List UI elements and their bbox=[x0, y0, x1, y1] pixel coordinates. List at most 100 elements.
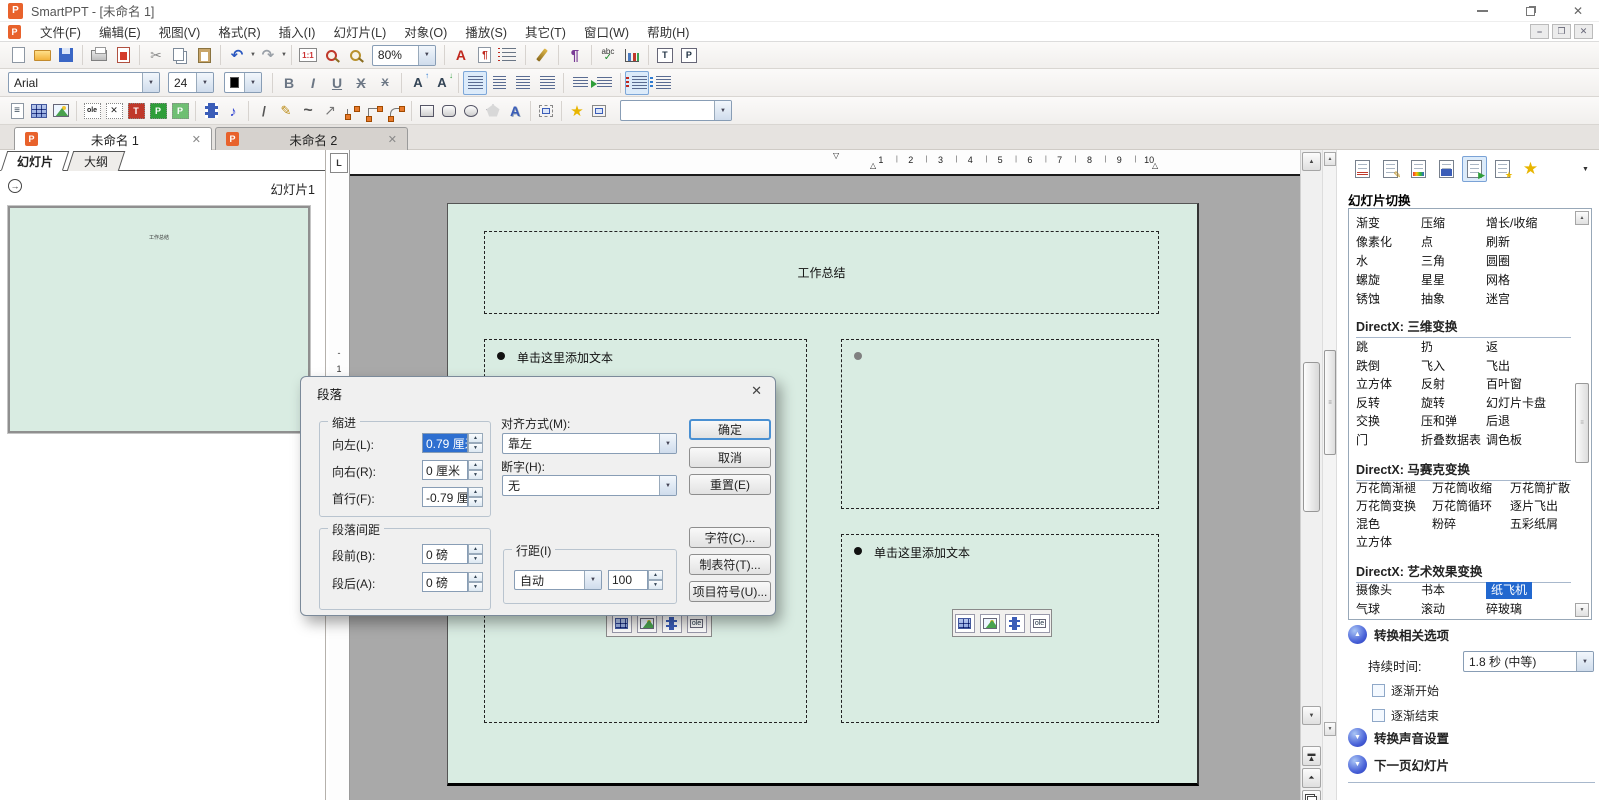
mdi-restore-button[interactable]: ❐ bbox=[1552, 24, 1571, 39]
search-panel-icon[interactable]: ✎ bbox=[1378, 156, 1403, 182]
insert-image-icon[interactable] bbox=[637, 614, 657, 633]
doc-tab-2[interactable]: P 未命名 2 ✕ bbox=[215, 127, 408, 150]
space-after-spinner[interactable]: ▲▼ bbox=[468, 572, 483, 592]
indent-left-input[interactable]: 0.79 厘米 bbox=[422, 433, 468, 453]
transition-option[interactable]: 刷新 bbox=[1486, 233, 1537, 252]
font-family-combo[interactable]: Arial bbox=[8, 72, 160, 93]
effects-panel-icon[interactable]: ★ bbox=[1490, 156, 1515, 182]
new-document-button[interactable] bbox=[6, 43, 30, 67]
group-button[interactable] bbox=[535, 99, 557, 123]
image-frame-button[interactable] bbox=[50, 99, 72, 123]
italic-button[interactable] bbox=[301, 71, 325, 95]
save-button[interactable] bbox=[54, 43, 78, 67]
close-button[interactable]: ✕ bbox=[1567, 2, 1589, 20]
line-spacing-spinner[interactable]: ▲▼ bbox=[648, 570, 663, 590]
zoom-100-button[interactable]: 1:1 bbox=[296, 43, 320, 67]
arrow-tool-button[interactable] bbox=[319, 99, 341, 123]
font-size-caret-icon[interactable] bbox=[196, 73, 213, 92]
increase-indent-button[interactable] bbox=[592, 71, 616, 95]
checkbox-icon[interactable] bbox=[1372, 684, 1385, 697]
list-scroll-up-icon[interactable]: ▲ bbox=[1575, 211, 1589, 225]
title-frame-button[interactable]: T bbox=[125, 99, 147, 123]
ellipse-tool-button[interactable] bbox=[460, 99, 482, 123]
font-color-button[interactable] bbox=[449, 43, 473, 67]
transition-option[interactable]: 五彩纸屑 bbox=[1510, 515, 1570, 533]
menu-item[interactable]: 格式(R) bbox=[209, 21, 269, 42]
transition-option[interactable]: 滚动 bbox=[1421, 600, 1486, 619]
bold-button[interactable] bbox=[277, 71, 301, 95]
font-family-caret-icon[interactable] bbox=[142, 73, 159, 92]
insert-ole-icon[interactable]: ole bbox=[687, 614, 707, 633]
numbered-list-button[interactable] bbox=[649, 71, 673, 95]
transition-option[interactable]: 纸飞机 bbox=[1486, 581, 1532, 600]
insert-movie-icon[interactable] bbox=[1005, 614, 1025, 633]
align-center-button[interactable] bbox=[487, 71, 511, 95]
first-line-spinner[interactable]: ▲▼ bbox=[468, 487, 483, 507]
font-color-combo[interactable] bbox=[224, 72, 262, 93]
menu-item[interactable]: 插入(I) bbox=[270, 21, 325, 42]
transition-option[interactable]: 网格 bbox=[1486, 271, 1537, 290]
movie-frame-button[interactable] bbox=[200, 99, 222, 123]
tab-close-icon[interactable]: ✕ bbox=[192, 133, 201, 146]
menu-item[interactable]: 播放(S) bbox=[456, 21, 516, 42]
export-pdf-button[interactable] bbox=[111, 43, 135, 67]
style-combo-caret-icon[interactable] bbox=[714, 101, 731, 120]
text-object-button[interactable]: T bbox=[653, 43, 677, 67]
scrollbar-thumb[interactable]: ≡ bbox=[1324, 350, 1336, 455]
freehand-tool-button[interactable] bbox=[275, 99, 297, 123]
bullet-settings-button[interactable] bbox=[497, 43, 521, 67]
scroll-up-icon[interactable]: ▲ bbox=[1324, 152, 1336, 166]
first-line-input[interactable]: -0.79 厘米 bbox=[422, 487, 468, 507]
menu-item[interactable]: 文件(F) bbox=[31, 21, 90, 42]
chart-button[interactable] bbox=[620, 43, 644, 67]
strikethrough-button[interactable] bbox=[349, 71, 373, 95]
transition-option[interactable]: 碎玻璃 bbox=[1486, 600, 1532, 619]
hyphenation-combo[interactable]: 无 bbox=[502, 475, 677, 496]
insert-image-icon[interactable] bbox=[980, 614, 1000, 633]
transition-option[interactable]: 点 bbox=[1421, 233, 1486, 252]
connector-elbow-button[interactable] bbox=[363, 99, 385, 123]
insert-table-icon[interactable] bbox=[955, 614, 975, 633]
formula-frame-button[interactable]: ✕ bbox=[103, 99, 125, 123]
transition-option[interactable]: 像素化 bbox=[1356, 233, 1421, 252]
print-button[interactable] bbox=[87, 43, 111, 67]
indent-right-spinner[interactable]: ▲▼ bbox=[468, 460, 483, 480]
body-placeholder-right-top[interactable] bbox=[841, 339, 1159, 509]
transition-option[interactable]: 压缩 bbox=[1421, 214, 1486, 233]
transition-option[interactable]: 压和弹 bbox=[1421, 412, 1486, 431]
ole-frame-button[interactable]: ole bbox=[81, 99, 103, 123]
transition-option[interactable]: 万花筒扩散 bbox=[1510, 479, 1570, 497]
redo-dropdown-icon[interactable]: ▼ bbox=[281, 52, 287, 58]
transition-option[interactable]: 跳 bbox=[1356, 338, 1421, 357]
double-strikethrough-button[interactable] bbox=[373, 71, 397, 95]
duration-combo[interactable]: 1.8 秒 (中等) bbox=[1463, 651, 1594, 672]
go-first-slide-icon[interactable]: ▬▲ bbox=[1302, 746, 1321, 766]
transition-option[interactable]: 星星 bbox=[1421, 271, 1486, 290]
space-after-input[interactable]: 0 磅 bbox=[422, 572, 468, 592]
mdi-close-button[interactable]: ✕ bbox=[1574, 24, 1593, 39]
list-scroll-down-icon[interactable]: ▼ bbox=[1575, 603, 1589, 617]
section-next-slide[interactable]: 下一页幻灯片 bbox=[1348, 755, 1449, 774]
transition-option[interactable]: 万花筒渐褪 bbox=[1356, 479, 1432, 497]
transition-option[interactable]: 粉碎 bbox=[1432, 515, 1510, 533]
paragraph-settings-button[interactable]: ¶ bbox=[473, 43, 497, 67]
color-panel-icon[interactable] bbox=[1406, 156, 1431, 182]
outline-frame-button[interactable]: P bbox=[147, 99, 169, 123]
transition-option[interactable]: 返 bbox=[1486, 338, 1546, 357]
presentation-object-button[interactable]: P bbox=[677, 43, 701, 67]
ok-button[interactable]: 确定 bbox=[689, 419, 771, 440]
spellcheck-button[interactable]: abc✓ bbox=[596, 43, 620, 67]
table-frame-button[interactable] bbox=[28, 99, 50, 123]
rounded-rectangle-tool-button[interactable] bbox=[438, 99, 460, 123]
zoom-in-button[interactable] bbox=[320, 43, 344, 67]
alignment-caret-icon[interactable] bbox=[659, 434, 676, 453]
transition-option[interactable]: 后退 bbox=[1486, 412, 1546, 431]
font-size-combo[interactable]: 24 bbox=[168, 72, 214, 93]
edit-points-button[interactable] bbox=[588, 99, 610, 123]
fade-in-checkbox-row[interactable]: 逐渐开始 bbox=[1372, 682, 1439, 699]
transition-option[interactable]: 调色板 bbox=[1486, 431, 1546, 450]
scrollbar-thumb[interactable] bbox=[1303, 362, 1320, 512]
menu-item[interactable]: 其它(T) bbox=[516, 21, 575, 42]
transition-option[interactable]: 书本 bbox=[1421, 581, 1486, 600]
redo-button[interactable] bbox=[256, 43, 280, 67]
